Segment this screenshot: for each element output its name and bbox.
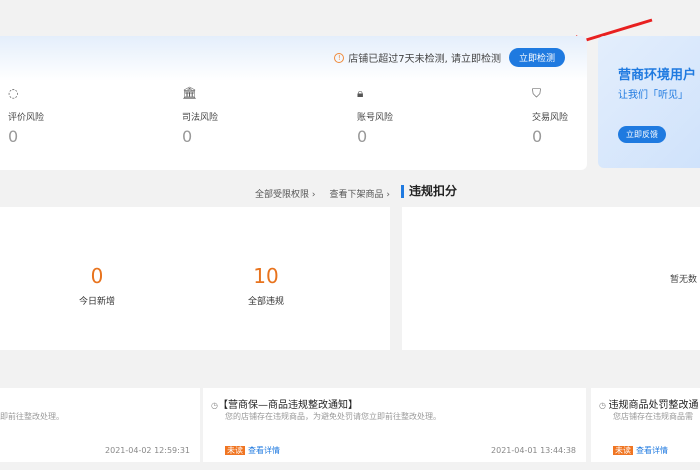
lock-icon: 🔒︎ bbox=[357, 86, 364, 100]
unread-badge: 未读 bbox=[225, 446, 245, 455]
warning-icon: ! bbox=[334, 52, 345, 63]
stat-label: 今日新增 bbox=[78, 297, 115, 307]
stat-value: 10 bbox=[253, 264, 279, 288]
notice-desc: 您店铺存在违规商品需 bbox=[613, 412, 693, 421]
stat-value: 0 bbox=[90, 264, 104, 288]
feedback-banner[interactable]: 营商环境用户 让我们「听见」 立即反馈 bbox=[598, 36, 700, 168]
stat-today[interactable]: 0 今日新增 bbox=[57, 264, 137, 307]
notice-title: 违规商品处罚整改通 bbox=[608, 400, 699, 411]
view-details-link[interactable]: 查看详情 bbox=[248, 446, 280, 455]
notice-desc: 您的店铺存在违规商品，为避免处罚请您立即前往整改处理。 bbox=[225, 412, 441, 421]
banner-subtitle: 让我们「听见」 bbox=[618, 90, 688, 101]
stat-all[interactable]: 10 全部违规 bbox=[226, 264, 306, 307]
risk-label: 评价风险 bbox=[8, 113, 45, 123]
risk-label: 司法风险 bbox=[182, 113, 219, 123]
bank-icon: 🏛 bbox=[182, 86, 198, 100]
violation-score-card: 暂无数 bbox=[402, 207, 700, 350]
unread-badge: 未读 bbox=[613, 446, 633, 455]
detect-now-button[interactable]: 立即检测 bbox=[508, 48, 565, 67]
notice-card[interactable]: ◷ 违规商品处罚整改通 您店铺存在违规商品需 未读 查看详情 bbox=[591, 388, 700, 462]
risk-value: 0 bbox=[8, 127, 19, 146]
risk-label: 账号风险 bbox=[357, 113, 394, 123]
notice-icon: ◷ bbox=[211, 401, 218, 410]
alert-bar: ! 店铺已超过7天未检测, 请立即检测 立即检测 bbox=[334, 48, 565, 67]
notice-card[interactable]: ◷【营商保—商品违规整改通知】 您的店铺存在违规商品，为避免处罚请您立即前往整改… bbox=[203, 388, 586, 462]
stat-label: 全部违规 bbox=[247, 297, 284, 307]
links-row: 全部受限权限 › 查看下架商品 › bbox=[255, 187, 390, 200]
notice-title: 【营商保—商品违规整改通知】 bbox=[217, 400, 358, 411]
risk-item-account[interactable]: 🔒︎ 账号风险 0 bbox=[357, 86, 457, 146]
alert-text: 店铺已超过7天未检测, 请立即检测 bbox=[348, 54, 501, 65]
risk-value: 0 bbox=[182, 127, 193, 146]
risk-check-card: ! 店铺已超过7天未检测, 请立即检测 立即检测 ◌ 评价风险 0 🏛 司法风险 0 🔒… bbox=[0, 36, 587, 170]
risk-item-review[interactable]: ◌ 评价风险 0 bbox=[8, 86, 108, 146]
risk-item-judicial[interactable]: 🏛 司法风险 0 bbox=[182, 86, 282, 146]
violation-stats-card: 0 今日新增 10 全部违规 bbox=[0, 207, 390, 350]
empty-text: 暂无数 bbox=[670, 275, 698, 285]
all-restricted-link[interactable]: 全部受限权限 › bbox=[255, 187, 315, 200]
feedback-button[interactable]: 立即反馈 bbox=[618, 126, 666, 143]
violation-title: 违规扣分 bbox=[401, 185, 457, 198]
view-details-link[interactable]: 查看详情 bbox=[636, 446, 668, 455]
notice-icon: ◷ bbox=[599, 401, 609, 410]
comment-icon: ◌ bbox=[8, 86, 19, 100]
notice-time: 2021-04-01 13:44:38 bbox=[491, 446, 576, 455]
notice-time: 2021-04-02 12:59:31 bbox=[105, 446, 190, 455]
notice-card[interactable]: 即前往整改处理。 2021-04-02 12:59:31 bbox=[0, 388, 200, 462]
banner-title: 营商环境用户 bbox=[618, 68, 697, 83]
notice-desc: 即前往整改处理。 bbox=[0, 412, 64, 421]
offshelf-goods-link[interactable]: 查看下架商品 › bbox=[329, 187, 389, 200]
risk-value: 0 bbox=[357, 127, 368, 146]
